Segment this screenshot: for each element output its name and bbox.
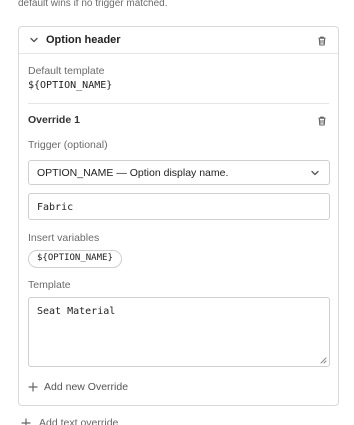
panel-title: Option header xyxy=(46,34,121,46)
chevron-down-icon xyxy=(311,170,319,176)
template-textarea[interactable]: Seat Material xyxy=(28,297,330,367)
chevron-down-icon[interactable] xyxy=(28,34,40,46)
trigger-selected-value: OPTION_NAME — Option display name. xyxy=(37,167,229,179)
default-template-value: ${OPTION_NAME} xyxy=(28,80,113,91)
template-label: Template xyxy=(28,279,71,291)
option-header-panel: Option header Default template ${OPTION_… xyxy=(18,26,339,406)
help-text: default wins if no trigger matched. xyxy=(18,0,168,9)
plus-icon xyxy=(21,418,31,425)
add-override-label: Add new Override xyxy=(44,381,129,393)
variable-chip[interactable]: ${OPTION_NAME} xyxy=(28,250,122,268)
template-value: Seat Material xyxy=(37,306,116,317)
override-title: Override 1 xyxy=(28,114,80,126)
panel-header[interactable]: Option header xyxy=(19,27,338,54)
trash-icon[interactable] xyxy=(316,35,328,47)
trigger-select[interactable]: OPTION_NAME — Option display name. xyxy=(28,160,330,185)
add-text-override-label: Add text override xyxy=(39,417,119,425)
insert-variables-label: Insert variables xyxy=(28,232,100,244)
trigger-label: Trigger (optional) xyxy=(28,139,108,151)
trash-icon[interactable] xyxy=(316,115,328,127)
divider xyxy=(28,103,329,104)
resize-handle-icon[interactable] xyxy=(319,356,327,364)
trigger-value-input[interactable]: Fabric xyxy=(28,193,330,220)
add-override-button[interactable]: Add new Override xyxy=(28,381,128,393)
default-template-label: Default template xyxy=(28,65,105,77)
add-text-override-button[interactable]: Add text override xyxy=(21,417,118,425)
plus-icon xyxy=(28,382,38,392)
